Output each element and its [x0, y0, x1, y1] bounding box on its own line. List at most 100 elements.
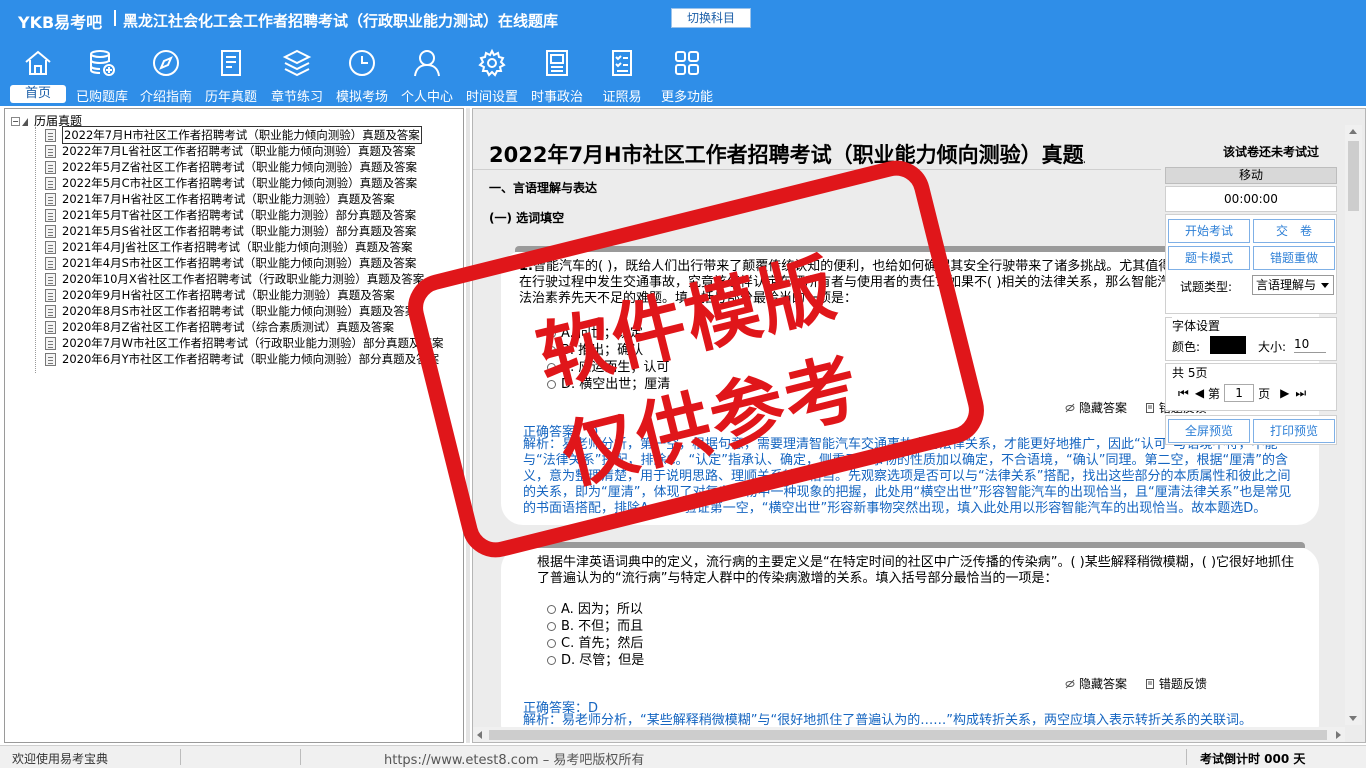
tree-item-label: 2020年10月X省社区工作者招聘考试（行政职业能力测验）真题及答案 [62, 272, 425, 286]
feedback-button[interactable]: 错题反馈 [1145, 677, 1207, 691]
toolbar-home[interactable]: 首页 [6, 44, 70, 104]
hide-answer-button[interactable]: 隐藏答案 [1065, 677, 1127, 691]
toolbar-label: 历年真题 [204, 90, 257, 105]
vertical-scrollbar[interactable] [1345, 125, 1362, 725]
panel-drag-handle[interactable]: 移动 [1165, 167, 1337, 184]
tree-item[interactable]: 2021年5月T省社区工作者招聘考试（职业能力测验）部分真题及答案 [45, 207, 443, 223]
checklist-icon [612, 50, 632, 76]
tree-item[interactable]: 2020年10月X省社区工作者招聘考试（行政职业能力测验）真题及答案 [45, 271, 443, 287]
toolbar-past-papers[interactable]: 历年真题 [199, 44, 263, 105]
tree-item[interactable]: 2022年7月H市社区工作者招聘考试（职业能力倾向测验）真题及答案 [45, 126, 443, 144]
tree-item[interactable]: 2022年5月C市社区工作者招聘考试（职业能力倾向测验）真题及答案 [45, 175, 443, 191]
toolbar-certificate[interactable]: 证照易 [590, 44, 654, 105]
document-icon [45, 336, 56, 350]
option-c[interactable]: C. 应运而生；认可 [547, 359, 670, 376]
status-divider [300, 749, 301, 765]
tree-item-label: 2020年7月W市社区工作者招聘考试（行政职业能力测验）部分真题及答案 [62, 336, 444, 350]
divider [473, 169, 1161, 170]
tree-item[interactable]: 2020年9月H省社区工作者招聘考试（职业能力测验）真题及答案 [45, 287, 443, 303]
toolbar-time-settings[interactable]: 时间设置 [460, 44, 524, 105]
tree-item[interactable]: 2021年7月H省社区工作者招聘考试（职业能力测验）真题及答案 [45, 191, 443, 207]
scroll-thumb[interactable] [489, 730, 1327, 740]
tree-item[interactable]: 2020年7月W市社区工作者招聘考试（行政职业能力测验）部分真题及答案 [45, 335, 443, 351]
card-mode-button[interactable]: 题卡模式 [1168, 246, 1250, 270]
radio-button[interactable] [547, 605, 556, 614]
gear-icon [478, 48, 506, 77]
scroll-thumb[interactable] [1348, 141, 1359, 211]
submit-button[interactable]: 交 卷 [1253, 219, 1335, 243]
prev-page-icon[interactable]: ◀ [1195, 386, 1204, 400]
retry-wrong-button[interactable]: 错题重做 [1253, 246, 1335, 270]
fullscreen-preview-button[interactable]: 全屏预览 [1168, 419, 1250, 443]
tree-item[interactable]: 2020年6月Y市社区工作者招聘考试（职业能力倾向测验）部分真题及答案 [45, 351, 443, 367]
tree-item[interactable]: 2021年4月J省社区工作者招聘考试（职业能力倾向测验）真题及答案 [45, 239, 443, 255]
option-b[interactable]: B. 不但；而且 [547, 618, 644, 635]
tree-item[interactable]: 2020年8月S市社区工作者招聘考试（职业能力倾向测验）真题及答案 [45, 303, 443, 319]
radio-button[interactable] [547, 639, 556, 648]
tree-item[interactable]: 2021年4月S市社区工作者招聘考试（职业能力倾向测验）真题及答案 [45, 255, 443, 271]
question-type-select[interactable]: 言语理解与 [1252, 275, 1334, 295]
welcome-text: 欢迎使用易考宝典 [12, 752, 109, 766]
toolbar-chapter-practice[interactable]: 章节练习 [265, 44, 329, 105]
document-icon [45, 160, 56, 174]
answer-analysis: 解析：易老师分析，第一空，根据句意，需要理清智能汽车交通事故中的法律关系，才能更… [523, 437, 1292, 516]
tree-item-label: 2022年5月C市社区工作者招聘考试（职业能力倾向测验）真题及答案 [62, 176, 418, 190]
radio-button[interactable] [547, 622, 556, 631]
toolbar-current-affairs[interactable]: 时事政治 [525, 44, 589, 105]
start-exam-button[interactable]: 开始考试 [1168, 219, 1250, 243]
font-color-label: 颜色: [1172, 340, 1201, 354]
pane-splitter[interactable] [466, 108, 470, 743]
document-icon [45, 144, 56, 158]
page-number-input[interactable]: 1 [1224, 384, 1255, 402]
tree-item-label: 2020年9月H省社区工作者招聘考试（职业能力测验）真题及答案 [62, 288, 395, 302]
eye-off-icon [1065, 403, 1075, 413]
last-page-icon[interactable]: ⏭ [1295, 386, 1306, 401]
toolbar-guide[interactable]: 介绍指南 [134, 44, 198, 105]
first-page-icon[interactable]: ⏮ [1178, 386, 1189, 401]
radio-button[interactable] [547, 380, 556, 389]
switch-subject-button[interactable]: 切换科目 [671, 8, 751, 28]
font-size-input[interactable]: 10 [1294, 335, 1326, 353]
tree-item[interactable]: 2022年5月Z省社区工作者招聘考试（职业能力倾向测验）真题及答案 [45, 159, 443, 175]
user-icon [414, 50, 440, 77]
tree-item-label: 2022年7月L省社区工作者招聘考试（职业能力倾向测验）真题及答案 [62, 144, 416, 158]
option-c[interactable]: C. 首先；然后 [547, 635, 644, 652]
tree-item-label: 2021年4月S市社区工作者招聘考试（职业能力倾向测验）真题及答案 [62, 256, 417, 270]
font-color-swatch[interactable] [1210, 336, 1246, 354]
toolbar-label: 时事政治 [530, 90, 583, 105]
next-page-icon[interactable]: ▶ [1280, 386, 1289, 400]
document-icon [45, 304, 56, 318]
scroll-down-icon[interactable] [1349, 716, 1357, 721]
horizontal-scrollbar[interactable] [473, 727, 1345, 742]
toolbar-label: 模拟考场 [335, 90, 388, 105]
toolbar-label: 章节练习 [270, 90, 323, 105]
option-a[interactable]: A. 问世；认定 [547, 325, 670, 342]
folder-icon [22, 117, 28, 126]
tree-item[interactable]: 2020年8月Z省社区工作者招聘考试（综合素质测试）真题及答案 [45, 319, 443, 335]
option-b[interactable]: B. 推出；确认 [547, 342, 670, 359]
radio-button[interactable] [547, 363, 556, 372]
toolbar-more[interactable]: 更多功能 [655, 44, 719, 105]
option-d[interactable]: D. 尽管；但是 [547, 652, 644, 669]
toolbar-purchased[interactable]: 已购题库 [70, 44, 134, 105]
scroll-right-icon[interactable] [1336, 731, 1341, 739]
scroll-up-icon[interactable] [1349, 129, 1357, 134]
exam-title: 2022年7月H市社区工作者招聘考试（职业能力倾向测验）真题及答案 [489, 143, 1085, 167]
tree-item[interactable]: 2022年7月L省社区工作者招聘考试（职业能力倾向测验）真题及答案 [45, 143, 443, 159]
toolbar-personal-center[interactable]: 个人中心 [395, 44, 459, 105]
radio-button[interactable] [547, 346, 556, 355]
chevron-down-icon [1321, 283, 1329, 288]
collapse-icon[interactable]: − [11, 117, 20, 126]
document-icon [45, 240, 56, 254]
feedback-label: 错题反馈 [1158, 677, 1207, 691]
radio-button[interactable] [547, 329, 556, 338]
print-preview-button[interactable]: 打印预览 [1253, 419, 1335, 443]
subsection-heading: (一) 选词填空 [489, 211, 565, 225]
hide-answer-button[interactable]: 隐藏答案 [1065, 401, 1127, 415]
toolbar-mock-exam[interactable]: 模拟考场 [330, 44, 394, 105]
option-a[interactable]: A. 因为；所以 [547, 601, 644, 618]
radio-button[interactable] [547, 656, 556, 665]
scroll-left-icon[interactable] [477, 731, 482, 739]
tree-item[interactable]: 2021年5月S省社区工作者招聘考试（职业能力测验）部分真题及答案 [45, 223, 443, 239]
option-d[interactable]: D. 横空出世；厘清 [547, 376, 670, 393]
